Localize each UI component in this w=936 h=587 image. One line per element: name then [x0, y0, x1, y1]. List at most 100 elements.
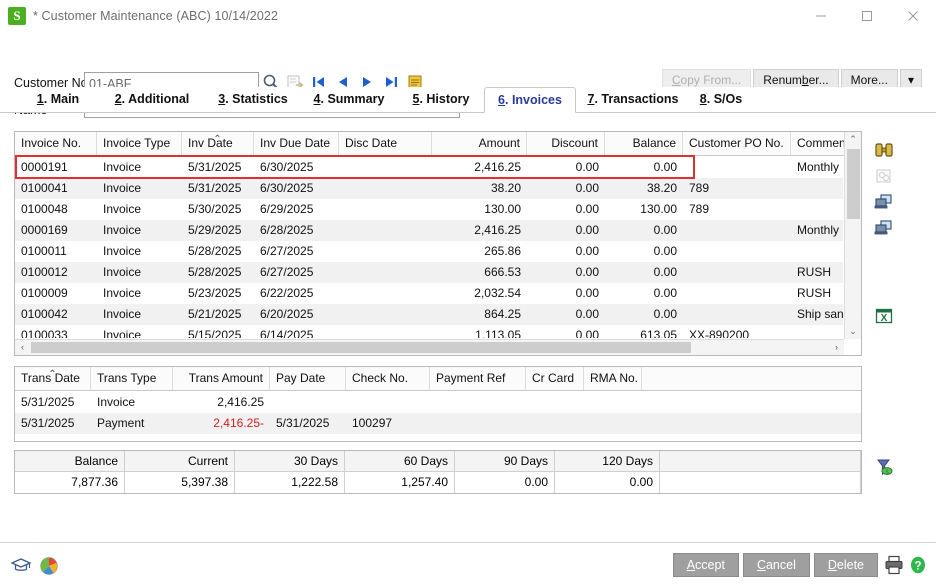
invoice-grid-horizontal-scrollbar[interactable]: ‹ › — [15, 339, 844, 355]
column-header-cr-card[interactable]: Cr Card — [526, 367, 584, 390]
column-header-amount[interactable]: Amount — [432, 132, 527, 155]
cell-commen[interactable] — [791, 199, 843, 220]
column-header-trans-date[interactable]: Trans Date ⌃ — [15, 367, 91, 390]
cell-discount[interactable]: 0.00 — [527, 220, 605, 241]
vertical-scroll-thumb[interactable] — [847, 149, 860, 219]
tab-additional[interactable]: 2. Additional — [100, 87, 204, 113]
cell-disc-date[interactable] — [339, 304, 432, 325]
cell-commen[interactable]: RUSH — [791, 283, 843, 304]
close-icon[interactable] — [890, 0, 936, 31]
cell-rma-no[interactable] — [584, 392, 642, 413]
cell-discount[interactable]: 0.00 — [527, 178, 605, 199]
cell-inv-date[interactable]: 5/30/2025 — [182, 199, 254, 220]
cell-inv-due-date[interactable]: 6/30/2025 — [254, 157, 339, 178]
cell-inv-due-date[interactable]: 6/30/2025 — [254, 178, 339, 199]
cell-amount[interactable]: 38.20 — [432, 178, 527, 199]
cell-discount[interactable]: 0.00 — [527, 283, 605, 304]
pinwheel-icon[interactable] — [38, 555, 60, 582]
column-header-disc-date[interactable]: Disc Date — [339, 132, 432, 155]
cell-invoice-no[interactable]: 0000169 — [15, 220, 97, 241]
cell-customer-po-no[interactable]: 789 — [683, 178, 791, 199]
cell-balance[interactable]: 0.00 — [605, 262, 683, 283]
cell-customer-po-no[interactable] — [683, 241, 791, 262]
cell-customer-po-no[interactable] — [683, 220, 791, 241]
cell-pay-date[interactable]: 5/31/2025 — [270, 413, 346, 434]
cell-balance[interactable]: 613.05 — [605, 325, 683, 338]
table-row[interactable]: 5/31/2025 Payment 2,416.25- 5/31/2025 100297 — [15, 413, 861, 434]
table-row[interactable]: 0100041 Invoice 5/31/2025 6/30/2025 38.20 0.0… — [15, 178, 843, 199]
cell-disc-date[interactable] — [339, 157, 432, 178]
cell-amount[interactable]: 265.86 — [432, 241, 527, 262]
cell-customer-po-no[interactable] — [683, 283, 791, 304]
cell-balance[interactable]: 0.00 — [605, 241, 683, 262]
column-header-rma-no[interactable]: RMA No. — [584, 367, 642, 390]
delete-button[interactable]: Delete — [813, 553, 878, 577]
accept-button[interactable]: Accept — [672, 553, 739, 577]
cell-inv-date[interactable]: 5/29/2025 — [182, 220, 254, 241]
table-row[interactable]: 0100048 Invoice 5/30/2025 6/29/2025 130.00 0.… — [15, 199, 843, 220]
cell-commen[interactable]: Ship san — [791, 304, 843, 325]
cell-commen[interactable]: Monthly — [791, 220, 843, 241]
cell-disc-date[interactable] — [339, 283, 432, 304]
cell-inv-due-date[interactable]: 6/27/2025 — [254, 262, 339, 283]
cell-commen[interactable]: RUSH — [791, 262, 843, 283]
column-header-pay-date[interactable]: Pay Date — [270, 367, 346, 390]
column-header-trans-amount[interactable]: Trans Amount — [173, 367, 270, 390]
table-row[interactable]: 0100009 Invoice 5/23/2025 6/22/2025 2,032.54… — [15, 283, 843, 304]
table-row[interactable]: 0100011 Invoice 5/28/2025 6/27/2025 265.86 0.… — [15, 241, 843, 262]
invoice-grid-vertical-scrollbar[interactable]: ⌃ ⌄ — [844, 132, 861, 339]
cell-invoice-type[interactable]: Invoice — [97, 304, 182, 325]
display-invoice-icon[interactable] — [874, 192, 894, 212]
cell-invoice-no[interactable]: 0100033 — [15, 325, 97, 338]
cell-invoice-no[interactable]: 0100042 — [15, 304, 97, 325]
cell-invoice-type[interactable]: Invoice — [97, 178, 182, 199]
cell-discount[interactable]: 0.00 — [527, 262, 605, 283]
cell-invoice-no[interactable]: 0100009 — [15, 283, 97, 304]
scroll-left-icon[interactable]: ‹ — [15, 340, 30, 355]
cell-check-no[interactable] — [346, 392, 430, 413]
cell-inv-date[interactable]: 5/31/2025 — [182, 157, 254, 178]
cell-inv-due-date[interactable]: 6/22/2025 — [254, 283, 339, 304]
cell-disc-date[interactable] — [339, 199, 432, 220]
cell-inv-due-date[interactable]: 6/28/2025 — [254, 220, 339, 241]
cell-customer-po-no[interactable] — [683, 262, 791, 283]
column-header-check-no[interactable]: Check No. — [346, 367, 430, 390]
cell-cr-card[interactable] — [526, 392, 584, 413]
cell-balance[interactable]: 0.00 — [605, 220, 683, 241]
cell-invoice-type[interactable]: Invoice — [97, 241, 182, 262]
printer-icon[interactable] — [884, 554, 904, 581]
payment-filter-icon[interactable]: $ — [874, 456, 896, 483]
cell-inv-due-date[interactable]: 6/29/2025 — [254, 199, 339, 220]
column-header-payment-ref[interactable]: Payment Ref — [430, 367, 526, 390]
table-row[interactable]: 0100033 Invoice 5/15/2025 6/14/2025 1,113.05… — [15, 325, 843, 338]
cell-balance[interactable]: 130.00 — [605, 199, 683, 220]
cell-disc-date[interactable] — [339, 262, 432, 283]
cell-inv-due-date[interactable]: 6/27/2025 — [254, 241, 339, 262]
cell-commen[interactable] — [791, 241, 843, 262]
display-transaction-icon[interactable] — [874, 218, 894, 238]
cell-check-no[interactable]: 100297 — [346, 413, 430, 434]
cell-invoice-type[interactable]: Invoice — [97, 325, 182, 338]
cell-inv-due-date[interactable]: 6/14/2025 — [254, 325, 339, 338]
table-row[interactable]: 5/31/2025 Invoice 2,416.25 — [15, 392, 861, 413]
cell-trans-amount[interactable]: 2,416.25- — [173, 413, 270, 434]
cell-discount[interactable]: 0.00 — [527, 157, 605, 178]
cell-invoice-no[interactable]: 0100012 — [15, 262, 97, 283]
horizontal-scroll-thumb[interactable] — [31, 342, 691, 353]
minimize-icon[interactable] — [798, 0, 844, 31]
tab-statistics[interactable]: 3. Statistics — [205, 87, 301, 113]
cell-customer-po-no[interactable] — [683, 304, 791, 325]
cell-invoice-type[interactable]: Invoice — [97, 157, 182, 178]
column-header-invoice-type[interactable]: Invoice Type — [97, 132, 182, 155]
column-header-balance[interactable]: Balance — [605, 132, 683, 155]
cell-discount[interactable]: 0.00 — [527, 304, 605, 325]
cell-trans-type[interactable]: Payment — [91, 413, 173, 434]
cell-payment-ref[interactable] — [430, 413, 526, 434]
cell-payment-ref[interactable] — [430, 392, 526, 413]
cell-amount[interactable]: 130.00 — [432, 199, 527, 220]
cell-amount[interactable]: 1,113.05 — [432, 325, 527, 338]
cell-cr-card[interactable] — [526, 413, 584, 434]
column-header-inv-due-date[interactable]: Inv Due Date — [254, 132, 339, 155]
tab-main[interactable]: 1. Main — [22, 87, 94, 113]
cell-customer-po-no[interactable] — [683, 157, 791, 178]
